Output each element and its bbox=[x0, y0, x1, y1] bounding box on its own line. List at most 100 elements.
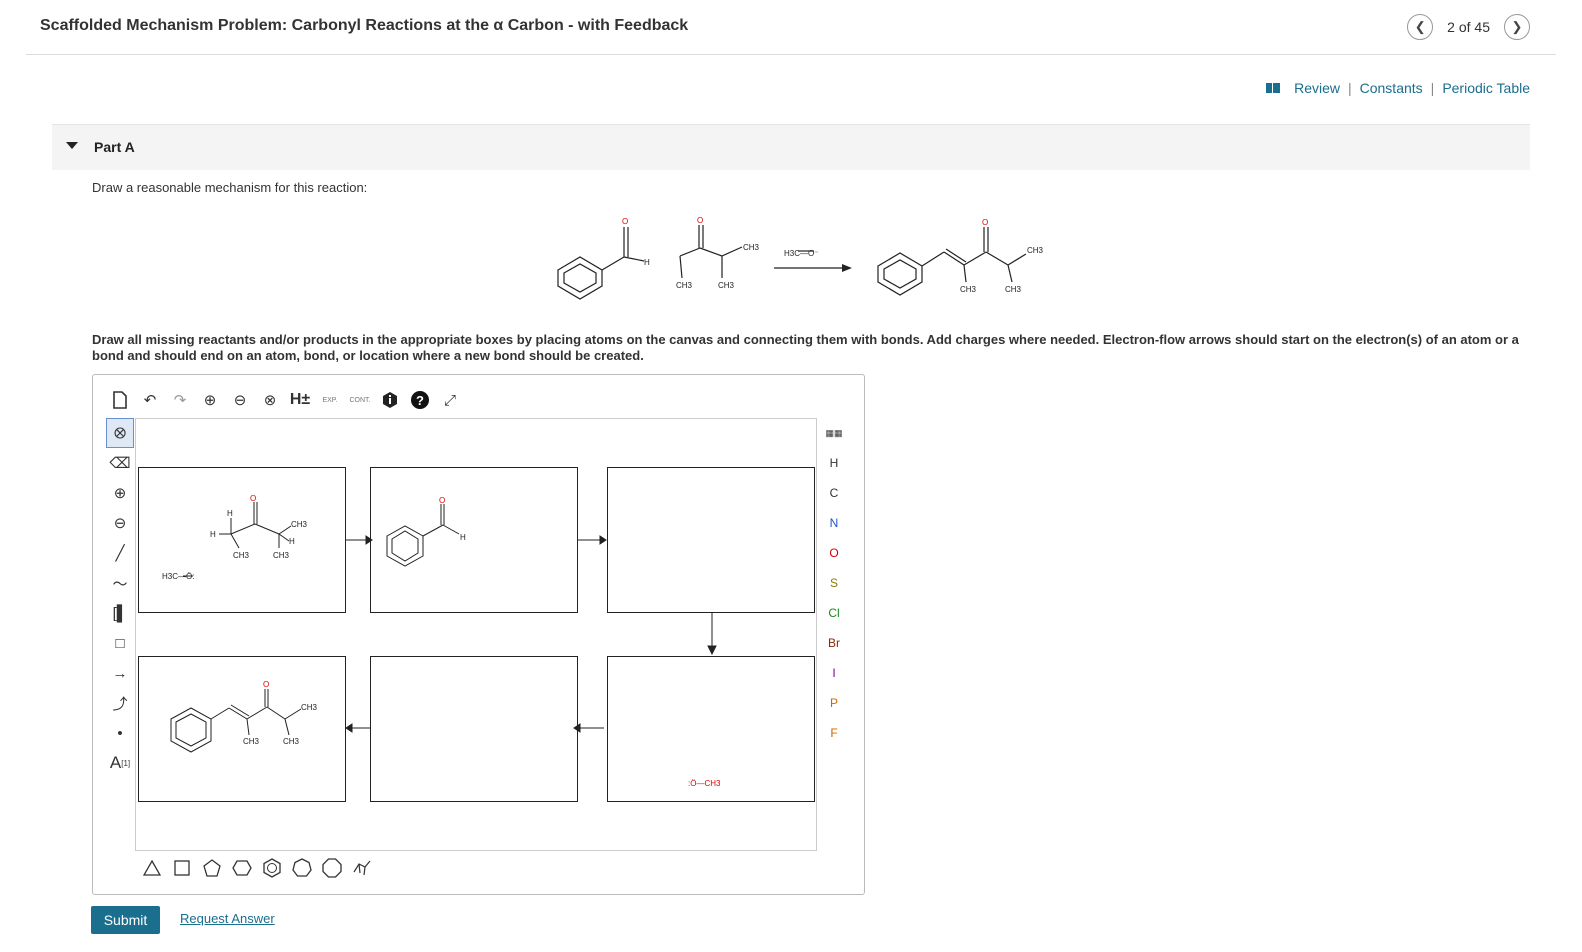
reaction-scheme: O H O CH3 CH3 CH3 H3C—O⁻ O CH3 CH3 CH3 bbox=[557, 216, 1044, 300]
chevron-right-icon: ❯ bbox=[1511, 19, 1523, 34]
box-1-methyl: CH3 bbox=[273, 551, 290, 560]
mechanism-box-1[interactable]: O H H H CH3 CH3 CH3 H3C—Ö: bbox=[138, 467, 346, 613]
undo-icon[interactable]: ↶ bbox=[138, 388, 162, 412]
element-br[interactable]: Br bbox=[822, 628, 846, 658]
scheme-hydrogen: H bbox=[644, 258, 650, 267]
element-o[interactable]: O bbox=[822, 538, 846, 568]
zoom-reset-icon[interactable]: ⊗ bbox=[258, 388, 282, 412]
svg-text:?: ? bbox=[416, 393, 424, 408]
collapse-triangle-icon[interactable] bbox=[66, 142, 78, 149]
box-1-hydrogen: H bbox=[210, 530, 216, 539]
link-separator: | bbox=[1347, 80, 1352, 96]
constants-link[interactable]: Constants bbox=[1360, 80, 1423, 96]
negative-charge-icon[interactable]: ⊖ bbox=[106, 508, 134, 538]
triangle-ring-icon[interactable] bbox=[140, 856, 164, 880]
electron-flow-arrow-icon[interactable]: ⤴ bbox=[106, 688, 134, 718]
box-4-oxygen: O bbox=[263, 680, 269, 689]
review-link[interactable]: Review bbox=[1294, 80, 1340, 96]
box-1-hydrogen: H bbox=[227, 509, 233, 518]
element-cl[interactable]: Cl bbox=[822, 598, 846, 628]
page-title: Scaffolded Mechanism Problem: Carbonyl R… bbox=[40, 17, 689, 34]
element-i[interactable]: I bbox=[822, 658, 846, 688]
octagon-ring-icon[interactable] bbox=[320, 856, 344, 880]
element-n[interactable]: N bbox=[822, 508, 846, 538]
box-1-oxygen: O bbox=[250, 494, 256, 503]
zoom-in-icon[interactable]: ⊕ bbox=[198, 388, 222, 412]
book-icon bbox=[1266, 83, 1281, 93]
square-ring-icon[interactable] bbox=[170, 856, 194, 880]
pentagon-ring-icon[interactable] bbox=[200, 856, 224, 880]
request-answer-link[interactable]: Request Answer bbox=[180, 911, 275, 926]
rectangle-icon[interactable]: □ bbox=[106, 628, 134, 658]
heptagon-ring-icon[interactable] bbox=[290, 856, 314, 880]
periodic-grid-icon[interactable]: ▦▦ bbox=[822, 418, 846, 448]
box-1-methyl: CH3 bbox=[233, 551, 250, 560]
reaction-arrow-icon[interactable]: → bbox=[106, 658, 134, 688]
scheme-oxygen: O bbox=[622, 217, 628, 226]
text-tool-label: A bbox=[109, 753, 122, 772]
header-divider bbox=[26, 54, 1556, 55]
h-toggle-button[interactable]: H± bbox=[288, 388, 312, 412]
cont-icon[interactable]: CONT. bbox=[348, 388, 372, 412]
zoom-out-icon[interactable]: ⊖ bbox=[228, 388, 252, 412]
box-6-methanol: :Ö—CH3 bbox=[688, 779, 721, 788]
previous-button[interactable]: ❮ bbox=[1407, 14, 1434, 40]
new-document-icon[interactable] bbox=[108, 388, 132, 412]
element-palette: ▦▦ H C N O S Cl Br I P F bbox=[822, 418, 846, 748]
single-bond-icon[interactable]: ╱ bbox=[106, 538, 134, 568]
box-1-methoxide: H3C—Ö: bbox=[162, 572, 194, 581]
element-p[interactable]: P bbox=[822, 688, 846, 718]
chair-conformation-icon[interactable] bbox=[350, 856, 374, 880]
scheme-reagent: H3C—O⁻ bbox=[784, 249, 818, 258]
text-tool-icon[interactable]: A [1] bbox=[106, 748, 134, 778]
box-4-methyl: CH3 bbox=[243, 737, 260, 746]
editor-toolbar: ↶ ↷ ⊕ ⊖ ⊗ H± EXP. CONT. ? ⤢ bbox=[108, 388, 462, 412]
mechanism-box-4[interactable]: O CH3 CH3 CH3 bbox=[138, 656, 346, 802]
mechanism-arrows bbox=[345, 535, 717, 733]
box-1-hydrogen: H bbox=[289, 537, 295, 546]
link-separator: | bbox=[1430, 80, 1435, 96]
element-c[interactable]: C bbox=[822, 478, 846, 508]
ring-templates bbox=[140, 856, 374, 880]
scheme-methyl: CH3 bbox=[1005, 285, 1022, 294]
item-position: 2 of 45 bbox=[1447, 19, 1490, 35]
electron-dot-icon[interactable]: • bbox=[106, 718, 134, 748]
element-s[interactable]: S bbox=[822, 568, 846, 598]
instructions-text: Draw all missing reactants and/or produc… bbox=[92, 332, 1519, 363]
box-4-methyl: CH3 bbox=[301, 703, 318, 712]
part-header[interactable] bbox=[52, 124, 1530, 170]
element-h[interactable]: H bbox=[822, 448, 846, 478]
bracket-icon[interactable]: [▌ bbox=[106, 598, 134, 628]
chain-icon[interactable]: 〜 bbox=[106, 568, 134, 598]
text-tool-superscript: [1] bbox=[121, 758, 131, 768]
exp-icon[interactable]: EXP. bbox=[318, 388, 342, 412]
scheme-methyl: CH3 bbox=[960, 285, 977, 294]
help-icon[interactable]: ? bbox=[408, 388, 432, 412]
left-toolbar: ⭙ ⌫ ⊕ ⊖ ╱ 〜 [▌ □ → ⤴ • A [1] bbox=[106, 418, 134, 778]
part-label: Part A bbox=[94, 139, 135, 155]
hexagon-ring-icon[interactable] bbox=[230, 856, 254, 880]
question-prompt: Draw a reasonable mechanism for this rea… bbox=[92, 180, 368, 195]
scheme-methyl: CH3 bbox=[676, 281, 693, 290]
resource-links: Review | Constants | Periodic Table bbox=[1266, 80, 1530, 96]
chevron-left-icon: ❮ bbox=[1414, 19, 1426, 34]
info-icon[interactable] bbox=[378, 388, 402, 412]
periodic-table-link[interactable]: Periodic Table bbox=[1442, 80, 1530, 96]
scheme-methyl: CH3 bbox=[718, 281, 735, 290]
selection-tool-icon[interactable]: ⭙ bbox=[106, 418, 134, 448]
element-f[interactable]: F bbox=[822, 718, 846, 748]
box-1-structures: O H H H CH3 CH3 CH3 H3C—Ö: bbox=[162, 494, 308, 581]
positive-charge-icon[interactable]: ⊕ bbox=[106, 478, 134, 508]
fullscreen-icon[interactable]: ⤢ bbox=[438, 388, 462, 412]
next-button[interactable]: ❯ bbox=[1504, 14, 1530, 40]
benzene-ring-icon[interactable] bbox=[260, 856, 284, 880]
box-4-methyl: CH3 bbox=[283, 737, 300, 746]
pager: ❮ 2 of 45 ❯ bbox=[1407, 14, 1530, 40]
scheme-oxygen: O bbox=[982, 218, 988, 227]
box-1-methyl: CH3 bbox=[291, 520, 308, 529]
eraser-icon[interactable]: ⌫ bbox=[106, 448, 134, 478]
scheme-methyl: CH3 bbox=[743, 243, 760, 252]
redo-icon[interactable]: ↷ bbox=[168, 388, 192, 412]
submit-button[interactable]: Submit bbox=[91, 906, 160, 934]
box-4-structures: O CH3 CH3 CH3 bbox=[170, 680, 318, 753]
